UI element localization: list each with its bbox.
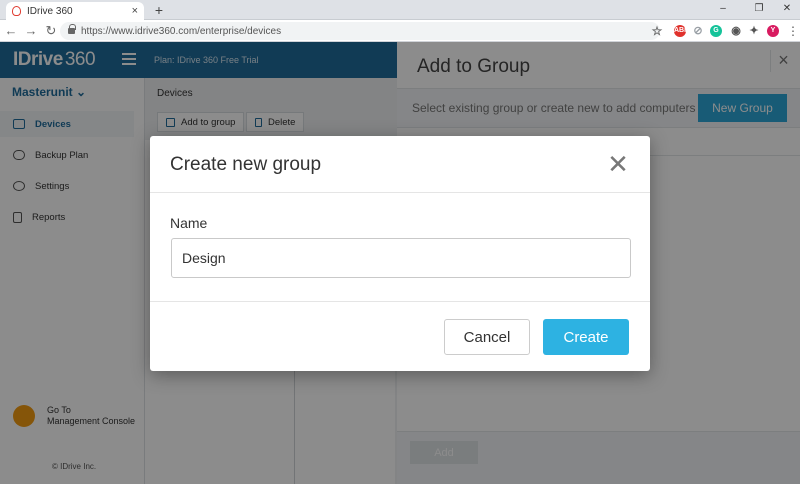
- browser-tab[interactable]: IDrive 360 ×: [6, 2, 144, 20]
- new-tab-button[interactable]: +: [152, 2, 166, 18]
- grammarly-icon[interactable]: G: [710, 25, 722, 37]
- forward-icon[interactable]: →: [22, 23, 40, 38]
- tab-close-icon[interactable]: ×: [132, 5, 138, 17]
- browser-menu-icon[interactable]: ⋮: [787, 24, 799, 38]
- create-button[interactable]: Create: [543, 319, 629, 355]
- minimize-button[interactable]: –: [714, 2, 732, 16]
- dialog-title: Create new group: [170, 154, 322, 175]
- divider: [150, 301, 650, 302]
- divider: [150, 192, 650, 193]
- lock-icon: [68, 24, 76, 34]
- url-text: https://www.idrive360.com/enterprise/dev…: [81, 25, 282, 37]
- puzzle-icon[interactable]: ✦: [748, 25, 760, 37]
- tab-title: IDrive 360: [27, 5, 73, 17]
- group-name-input[interactable]: [171, 238, 631, 278]
- back-icon[interactable]: ←: [2, 23, 20, 38]
- address-bar[interactable]: https://www.idrive360.com/enterprise/dev…: [60, 22, 660, 40]
- extension-red-icon[interactable]: ABP: [674, 25, 689, 37]
- extension-ring-icon[interactable]: ◉: [730, 25, 742, 37]
- reload-icon[interactable]: ↻: [42, 23, 60, 39]
- name-label: Name: [170, 215, 208, 231]
- window-close-button[interactable]: ✕: [778, 2, 796, 16]
- close-icon[interactable]: ✕: [605, 151, 631, 178]
- extension-gray-icon[interactable]: ⊘: [692, 25, 704, 37]
- cancel-button[interactable]: Cancel: [444, 319, 530, 355]
- profile-avatar-icon[interactable]: Y: [767, 25, 779, 37]
- idrive-favicon-icon: [12, 6, 21, 16]
- restore-button[interactable]: ❐: [750, 2, 768, 16]
- star-icon[interactable]: ☆: [651, 25, 663, 37]
